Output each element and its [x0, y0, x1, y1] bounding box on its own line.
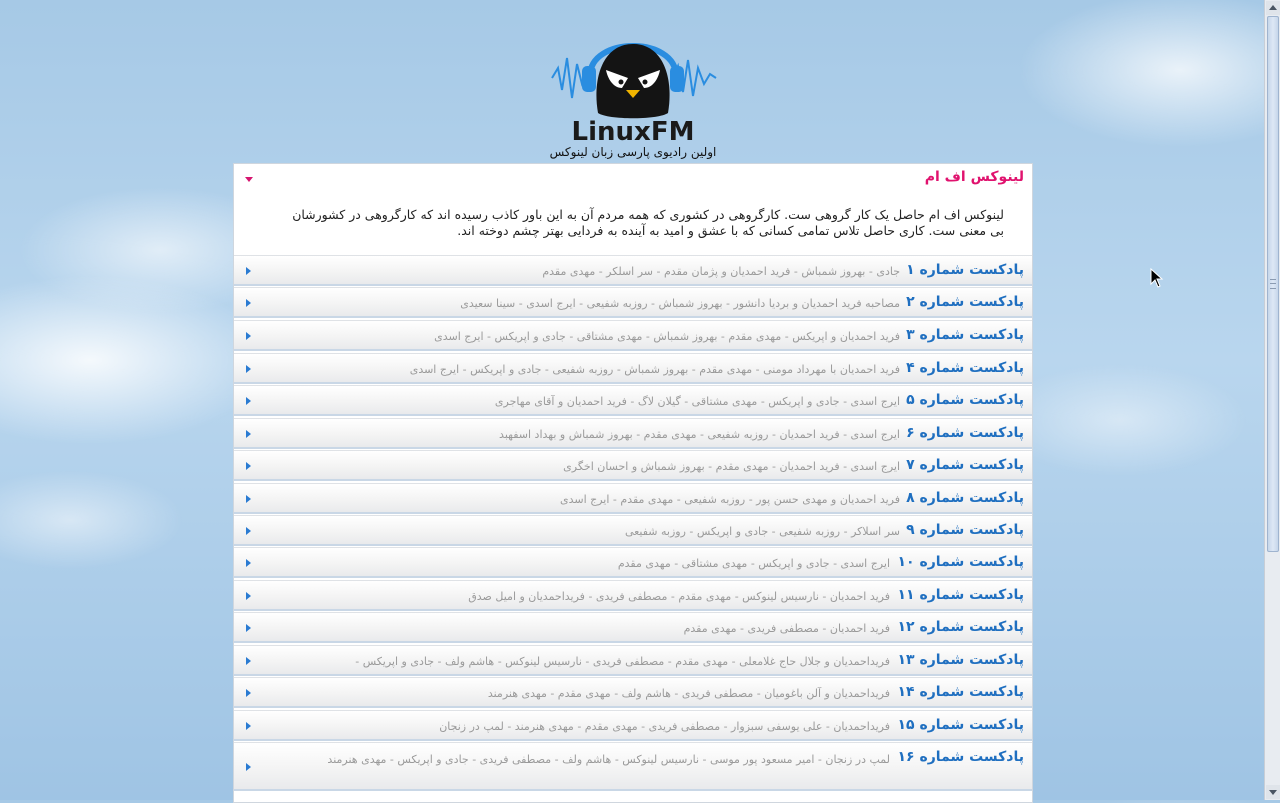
- scroll-down-button[interactable]: [1266, 785, 1280, 799]
- arrow-down-icon: [1269, 790, 1277, 795]
- podcast-row[interactable]: پادکست شماره ۱۰ ایرج اسدی - جادی و اپریکس…: [234, 547, 1032, 578]
- podcast-description: فرید احمدیان و اپریکس - مهدی مقدم - بهرو…: [434, 330, 900, 343]
- expand-triangle-icon: [246, 592, 251, 600]
- arrow-up-icon: [1269, 5, 1277, 10]
- expand-triangle-icon: [246, 527, 251, 535]
- podcast-title: پادکست شماره ۷: [906, 457, 1024, 473]
- podcast-description: مصاحبه فرید احمدیان و بردیا دانشور - بهر…: [460, 297, 900, 310]
- podcast-row[interactable]: پادکست شماره ۸ فرید احمدیان و مهدی حسن پو…: [234, 483, 1032, 514]
- podcast-description: سر اسلاکر - روزبه شفیعی - جادی و اپریکس …: [624, 525, 900, 538]
- podcast-title: پادکست شماره ۴: [906, 360, 1024, 376]
- podcast-description: ایرج اسدی - جادی و اپریکس - مهدی مشتاقی …: [617, 557, 890, 570]
- expand-triangle-icon: [246, 495, 251, 503]
- vertical-scrollbar[interactable]: [1264, 0, 1280, 800]
- linuxfm-logo[interactable]: LinuxFM: [548, 18, 718, 148]
- expand-triangle-icon: [246, 365, 251, 373]
- podcast-title: پادکست شماره ۵: [906, 392, 1024, 408]
- podcast-description: فرید احمدیان - مصطفی فریدی - مهدی مقدم: [683, 622, 890, 635]
- site-header: LinuxFM اولین رادیوی پارسی زبان لینوکس: [0, 0, 1264, 163]
- podcast-title: پادکست شماره ۹: [906, 522, 1024, 538]
- podcast-row[interactable]: پادکست شماره ۲ مصاحبه فرید احمدیان و بردی…: [234, 287, 1032, 318]
- podcast-title: پادکست شماره ۳: [906, 327, 1024, 343]
- podcast-row[interactable]: پادکست شماره ۱ جادی - بهروز شمباش - فرید …: [234, 255, 1032, 286]
- podcast-title: پادکست شماره ۱۵: [897, 717, 1024, 733]
- about-title: لینوکس اف ام: [924, 169, 1024, 185]
- site-tagline: اولین رادیوی پارسی زبان لینوکس: [549, 145, 717, 159]
- podcast-title: پادکست شماره ۶: [906, 425, 1024, 441]
- podcast-row[interactable]: پادکست شماره ۶ ایرج اسدی - فرید احمدیان -…: [234, 418, 1032, 449]
- podcast-row[interactable]: پادکست شماره ۱۳ فریداحمدیان و جلال حاج غل…: [234, 645, 1032, 676]
- podcast-row[interactable]: پادکست شماره ۱۱ فرید احمدیان - نارسیس لین…: [234, 580, 1032, 611]
- podcast-row[interactable]: پادکست شماره ۱۵ فریداحمدیان - علی یوسفی س…: [234, 710, 1032, 741]
- podcast-description: فرید احمدیان با مهرداد مومنی - مهدی مقدم…: [409, 363, 900, 376]
- podcast-title: پادکست شماره ۱: [906, 262, 1024, 278]
- about-text: لینوکس اف ام حاصل یک کار گروهی ست. کارگر…: [292, 207, 1004, 238]
- podcast-row[interactable]: پادکست شماره ۵ ایرج اسدی - جادی و اپریکس …: [234, 385, 1032, 416]
- expand-triangle-icon: [246, 462, 251, 470]
- podcast-description: فریداحمدیان و جلال حاج غلامعلی - مهدی مق…: [355, 655, 890, 668]
- podcast-title: پادکست شماره ۱۱: [897, 587, 1024, 603]
- logo-wordmark: LinuxFM: [572, 117, 695, 147]
- expand-triangle-icon: [246, 430, 251, 438]
- collapse-triangle-icon: [245, 177, 253, 182]
- podcast-row[interactable]: پادکست شماره ۱۲ فرید احمدیان - مصطفی فرید…: [234, 612, 1032, 643]
- podcast-description: ایرج اسدی - جادی و اپریکس - مهدی مشتاقی …: [494, 395, 900, 408]
- expand-triangle-icon: [246, 624, 251, 632]
- scrollbar-thumb[interactable]: [1267, 16, 1279, 552]
- podcast-description: فرید احمدیان و مهدی حسن پور - روزبه شفیع…: [559, 493, 900, 506]
- expand-triangle-icon: [246, 763, 251, 771]
- podcast-row[interactable]: پادکست شماره ۷ ایرج اسدی - فرید احمدیان -…: [234, 450, 1032, 481]
- grip-icon: [1270, 279, 1276, 289]
- podcast-description: جادی - بهروز شمباش - فرید احمدیان و پژما…: [542, 265, 900, 278]
- expand-triangle-icon: [246, 267, 251, 275]
- podcast-row[interactable]: پادکست شماره ۱۶ لمپ در زنجان - امیر مسعود…: [234, 742, 1032, 791]
- podcast-description: فریداحمدیان - علی یوسفی سبزوار - مصطفی ف…: [439, 720, 890, 733]
- podcast-description: ایرج اسدی - فرید احمدیان - مهدی مقدم - ب…: [563, 460, 900, 473]
- podcast-title: پادکست شماره ۱۴: [897, 684, 1024, 700]
- expand-triangle-icon: [246, 559, 251, 567]
- podcast-description: لمپ در زنجان - امیر مسعود پور موسی - نار…: [327, 753, 890, 766]
- podcast-title: پادکست شماره ۱۲: [897, 619, 1024, 635]
- podcast-title: پادکست شماره ۸: [906, 490, 1024, 506]
- podcast-title: پادکست شماره ۱۶: [897, 749, 1024, 765]
- podcast-title: پادکست شماره ۲: [906, 294, 1024, 310]
- podcast-accordion: لینوکس اف ام لینوکس اف ام حاصل یک کار گر…: [233, 163, 1033, 803]
- expand-triangle-icon: [246, 722, 251, 730]
- podcast-title: پادکست شماره ۱۳: [897, 652, 1024, 668]
- expand-triangle-icon: [246, 397, 251, 405]
- mouse-cursor-icon: [1150, 268, 1164, 288]
- expand-triangle-icon: [246, 299, 251, 307]
- scroll-up-button[interactable]: [1266, 1, 1280, 15]
- podcast-row[interactable]: پادکست شماره ۱۴ فریداحمدیان و آلن باغومیا…: [234, 677, 1032, 708]
- podcast-description: فرید احمدیان - نارسیس لینوکس - مهدی مقدم…: [468, 590, 890, 603]
- podcast-row[interactable]: پادکست شماره ۹ سر اسلاکر - روزبه شفیعی - …: [234, 515, 1032, 546]
- expand-triangle-icon: [246, 657, 251, 665]
- podcast-title: پادکست شماره ۱۰: [897, 554, 1024, 570]
- expand-triangle-icon: [246, 332, 251, 340]
- podcast-row[interactable]: پادکست شماره ۳ فرید احمدیان و اپریکس - مه…: [234, 320, 1032, 351]
- about-section-header[interactable]: لینوکس اف ام: [234, 164, 1032, 192]
- podcast-description: فریداحمدیان و آلن باغومیان - مصطفی فریدی…: [487, 687, 890, 700]
- podcast-row[interactable]: پادکست شماره ۴ فرید احمدیان با مهرداد موم…: [234, 353, 1032, 384]
- podcast-description: ایرج اسدی - فرید احمدیان - روزبه شفیعی -…: [499, 428, 900, 441]
- expand-triangle-icon: [246, 689, 251, 697]
